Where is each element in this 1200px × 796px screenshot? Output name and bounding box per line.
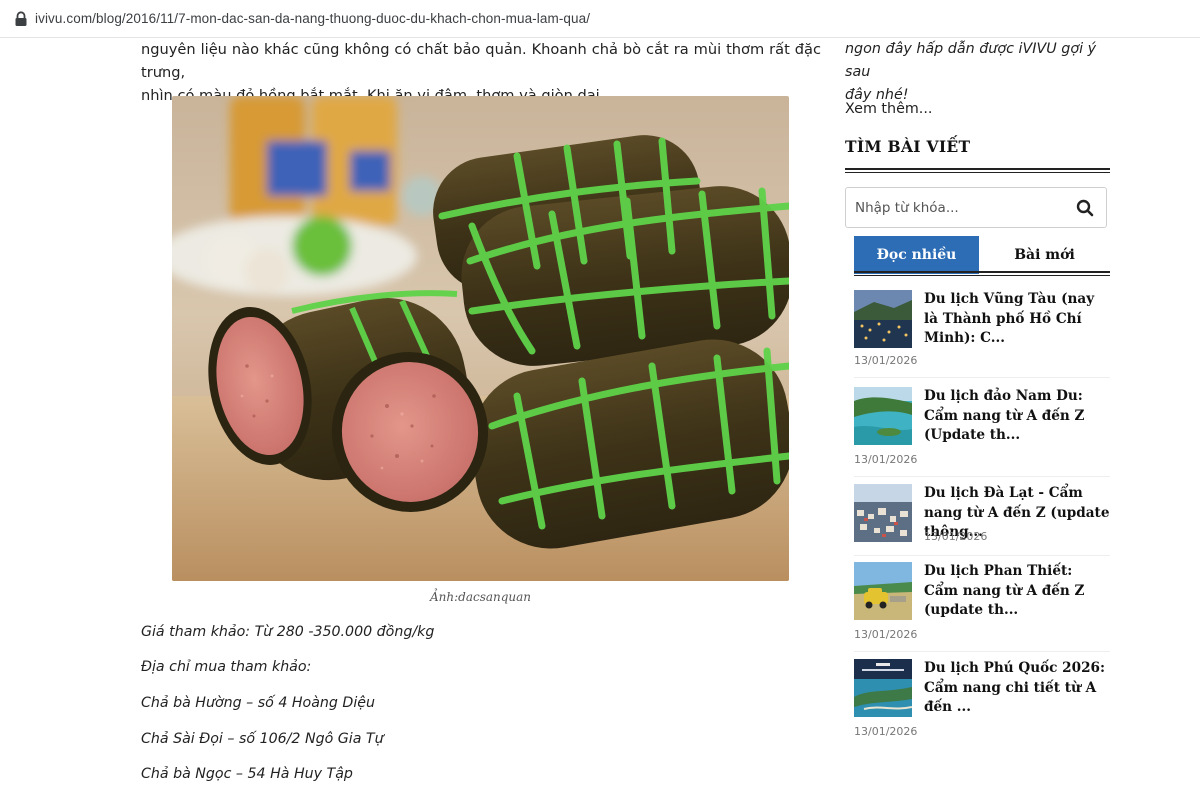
search-icon[interactable] bbox=[1076, 199, 1094, 217]
address-item: Chả bà Hường – số 4 Hoàng Diệu bbox=[141, 695, 376, 711]
post-date: 13/01/2026 bbox=[854, 628, 918, 641]
article-paragraph-line: nguyên liệu nào khác cũng không có chất … bbox=[141, 41, 821, 81]
post-thumbnail[interactable] bbox=[854, 484, 912, 542]
post-date: 13/01/2026 bbox=[924, 530, 988, 543]
search-box bbox=[845, 187, 1107, 228]
post-thumbnail[interactable] bbox=[854, 387, 912, 445]
sidebar-tabs: Đọc nhiều Bài mới bbox=[854, 236, 1110, 276]
post-divider bbox=[854, 377, 1110, 378]
post-title[interactable]: Du lịch Phú Quốc 2026: Cẩm nang chi tiết… bbox=[924, 659, 1110, 718]
nam-du-thumbnail-image bbox=[854, 387, 912, 445]
address-item: Chả bà Ngọc – 54 Hà Huy Tập bbox=[141, 766, 353, 782]
image-caption: Ảnh:dacsanquan bbox=[429, 590, 532, 604]
post-divider bbox=[854, 555, 1110, 556]
post-divider bbox=[854, 651, 1110, 652]
sidebar-intro-line: ngon đây hấp dẫn được iVIVU gợi ý sau bbox=[845, 41, 1097, 80]
post-date: 13/01/2026 bbox=[854, 354, 918, 367]
phan-thiet-thumbnail-image bbox=[854, 562, 912, 620]
address-heading: Địa chỉ mua tham khảo: bbox=[141, 659, 312, 675]
address-item: Chả Sài Đọi – số 106/2 Ngô Gia Tự bbox=[141, 731, 384, 747]
vung-tau-thumbnail-image bbox=[854, 290, 912, 348]
post-title[interactable]: Du lịch Vũng Tàu (nay là Thành phố Hồ Ch… bbox=[924, 290, 1110, 349]
cha-bo-photo-illustration bbox=[172, 96, 789, 581]
browser-url-bar[interactable]: ivivu.com/blog/2016/11/7-mon-dac-san-da-… bbox=[0, 0, 1200, 38]
post-thumbnail[interactable] bbox=[854, 562, 912, 620]
sidebar-intro-text: ngon đây hấp dẫn được iVIVU gợi ý sau đâ… bbox=[845, 38, 1113, 107]
post-date: 13/01/2026 bbox=[854, 725, 918, 738]
article-photo-cha-bo bbox=[172, 96, 789, 581]
phu-quoc-thumbnail-image bbox=[854, 659, 912, 717]
section-divider bbox=[845, 168, 1110, 173]
da-lat-thumbnail-image bbox=[854, 484, 912, 542]
search-input[interactable] bbox=[855, 197, 1065, 219]
tab-bai-moi[interactable]: Bài mới bbox=[979, 236, 1110, 274]
post-title[interactable]: Du lịch Phan Thiết: Cẩm nang từ A đến Z … bbox=[924, 562, 1110, 621]
tabs-divider bbox=[854, 271, 1110, 276]
search-section-title: TÌM BÀI VIẾT bbox=[845, 137, 971, 156]
post-thumbnail[interactable] bbox=[854, 290, 912, 348]
tab-doc-nhieu[interactable]: Đọc nhiều bbox=[854, 236, 979, 274]
lock-icon bbox=[15, 11, 27, 26]
post-title[interactable]: Du lịch đảo Nam Du: Cẩm nang từ A đến Z … bbox=[924, 387, 1110, 446]
post-thumbnail[interactable] bbox=[854, 659, 912, 717]
price-text: Giá tham khảo: Từ 280 -350.000 đồng/kg bbox=[141, 624, 435, 640]
read-more-link[interactable]: Xem thêm... bbox=[845, 101, 932, 117]
post-divider bbox=[854, 476, 1110, 477]
url-text[interactable]: ivivu.com/blog/2016/11/7-mon-dac-san-da-… bbox=[35, 11, 590, 26]
post-date: 13/01/2026 bbox=[854, 453, 918, 466]
